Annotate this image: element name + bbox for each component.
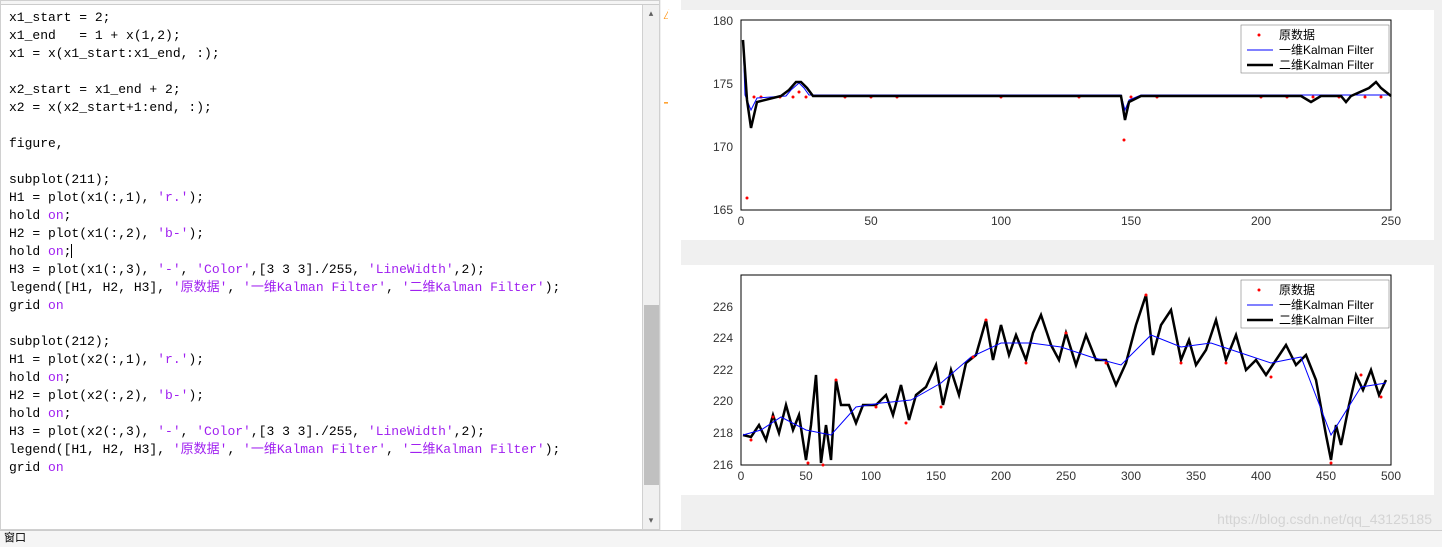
svg-text:224: 224: [713, 331, 733, 345]
subplot-2[interactable]: 216 218 220 222 224 226 0 50 100 150 200…: [668, 265, 1434, 495]
vertical-scrollbar[interactable]: ▴ ▾: [642, 5, 659, 529]
code-editor[interactable]: x1_start = 2; x1_end = 1 + x(1,2); x1 = …: [1, 5, 659, 529]
chart-2-svg: 216 218 220 222 224 226 0 50 100 150 200…: [668, 265, 1434, 495]
chart2-legend[interactable]: 原数据 一维Kalman Filter 二维Kalman Filter: [1241, 280, 1389, 328]
svg-text:0: 0: [738, 214, 745, 228]
svg-text:222: 222: [713, 363, 733, 377]
main-container: x1_start = 2; x1_end = 1 + x(1,2); x1 = …: [0, 0, 1442, 530]
chart2-xticks: 0 50 100 150 200 250 300 350 400 450 500: [738, 469, 1402, 483]
svg-text:220: 220: [713, 394, 733, 408]
chart2-yticks: 216 218 220 222 224 226: [713, 300, 733, 472]
svg-text:226: 226: [713, 300, 733, 314]
svg-text:450: 450: [1316, 469, 1336, 483]
svg-text:250: 250: [1381, 214, 1401, 228]
svg-text:150: 150: [926, 469, 946, 483]
svg-text:原数据: 原数据: [1279, 282, 1315, 297]
svg-text:150: 150: [1121, 214, 1141, 228]
svg-text:200: 200: [991, 469, 1011, 483]
svg-text:100: 100: [861, 469, 881, 483]
scroll-down-arrow[interactable]: ▾: [643, 512, 659, 529]
svg-text:二维Kalman Filter: 二维Kalman Filter: [1279, 58, 1374, 72]
svg-text:原数据: 原数据: [1279, 27, 1315, 42]
svg-text:二维Kalman Filter: 二维Kalman Filter: [1279, 313, 1374, 327]
svg-text:100: 100: [991, 214, 1011, 228]
svg-text:165: 165: [713, 203, 733, 217]
chart1-yticks: 165 170 175 180: [713, 14, 733, 217]
chart1-xticks: 0 50 100 150 200 250: [738, 214, 1402, 228]
scroll-up-arrow[interactable]: ▴: [643, 5, 659, 22]
svg-text:50: 50: [799, 469, 813, 483]
scroll-thumb[interactable]: [644, 305, 659, 485]
svg-text:200: 200: [1251, 214, 1271, 228]
figure-pane: 165 170 175 180 0 50 100 150 200 250: [660, 0, 1442, 530]
svg-text:一维Kalman Filter: 一维Kalman Filter: [1279, 43, 1374, 57]
chart1-raw-data: [746, 91, 1383, 200]
chart-1-svg: 165 170 175 180 0 50 100 150 200 250: [668, 10, 1434, 240]
svg-text:50: 50: [864, 214, 878, 228]
svg-text:350: 350: [1186, 469, 1206, 483]
svg-text:500: 500: [1381, 469, 1401, 483]
status-bar: 窗口: [0, 530, 1442, 547]
svg-text:300: 300: [1121, 469, 1141, 483]
chart1-legend[interactable]: 原数据 一维Kalman Filter 二维Kalman Filter: [1241, 25, 1389, 73]
svg-text:216: 216: [713, 458, 733, 472]
svg-text:218: 218: [713, 426, 733, 440]
status-text: 窗口: [4, 533, 26, 545]
svg-text:180: 180: [713, 14, 733, 28]
svg-text:170: 170: [713, 140, 733, 154]
svg-text:250: 250: [1056, 469, 1076, 483]
svg-text:一维Kalman Filter: 一维Kalman Filter: [1279, 298, 1374, 312]
svg-text:400: 400: [1251, 469, 1271, 483]
svg-text:0: 0: [738, 469, 745, 483]
svg-text:175: 175: [713, 77, 733, 91]
code-editor-pane: x1_start = 2; x1_end = 1 + x(1,2); x1 = …: [0, 0, 660, 530]
subplot-1[interactable]: 165 170 175 180 0 50 100 150 200 250: [668, 10, 1434, 240]
